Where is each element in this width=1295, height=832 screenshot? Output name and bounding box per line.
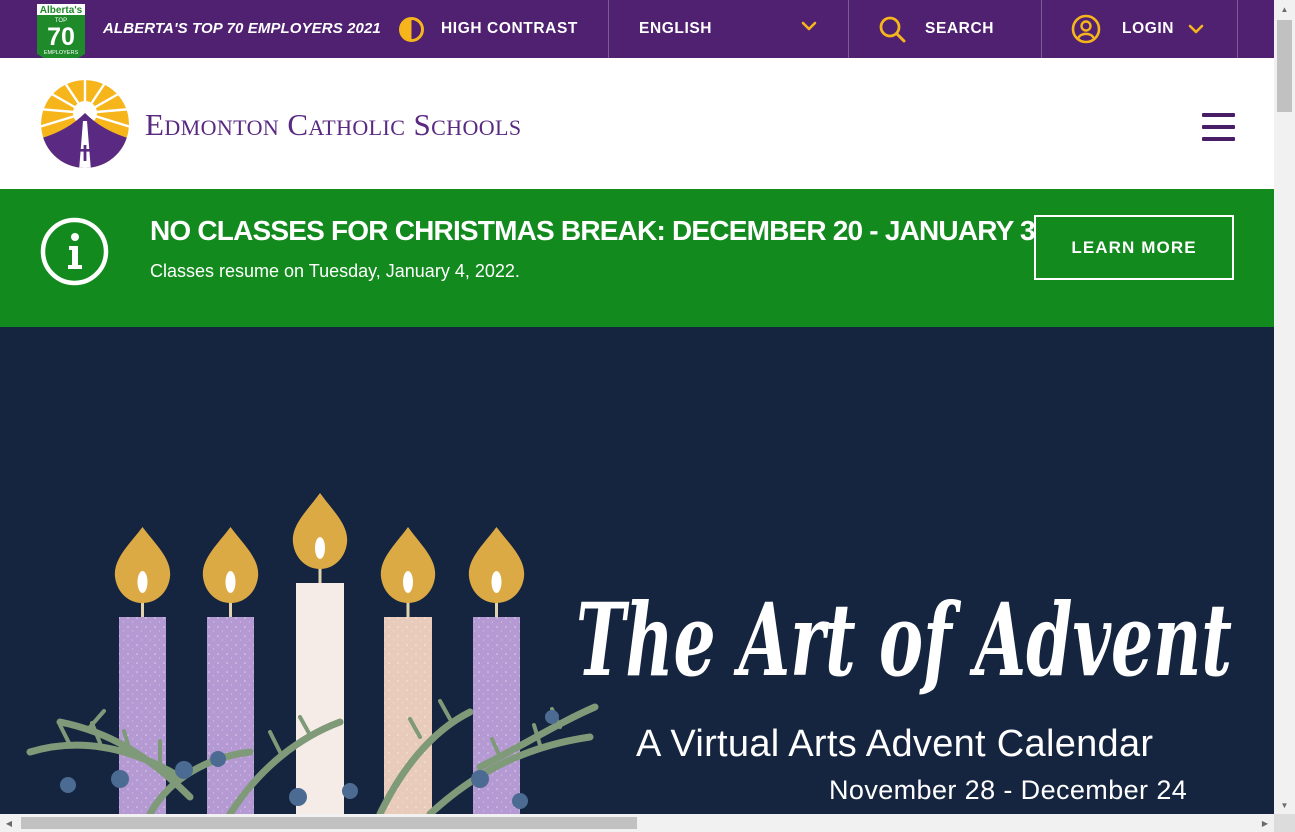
utility-bar: Alberta's TOP 70 EMPLOYERS 2021 ALBERTA'… <box>0 0 1274 68</box>
language-select[interactable]: ENGLISH <box>609 0 848 58</box>
menu-bar <box>1202 113 1235 117</box>
menu-icon[interactable] <box>1202 113 1235 141</box>
vertical-scroll-thumb[interactable] <box>1277 20 1292 112</box>
info-icon <box>40 217 109 286</box>
scroll-up-arrow-icon[interactable]: ▲ <box>1274 0 1295 18</box>
alert-title: NO CLASSES FOR CHRISTMAS BREAK: DECEMBER… <box>150 215 1036 246</box>
scroll-left-arrow-icon[interactable]: ◀ <box>0 814 18 832</box>
utility-divider <box>1237 0 1238 58</box>
search-button[interactable]: SEARCH <box>849 0 1041 58</box>
chevron-down-icon <box>1188 24 1204 36</box>
badge-tagline: ALBERTA'S TOP 70 EMPLOYERS 2021 <box>103 20 381 37</box>
hero-subtitle: A Virtual Arts Advent Calendar <box>636 723 1154 765</box>
scroll-right-arrow-icon[interactable]: ▶ <box>1256 814 1274 832</box>
hero-title: The Art of Advent <box>576 555 1236 735</box>
high-contrast-label: HIGH CONTRAST <box>441 20 578 37</box>
high-contrast-button[interactable]: HIGH CONTRAST <box>398 0 608 58</box>
chevron-down-icon <box>801 21 817 33</box>
learn-more-button[interactable]: LEARN MORE <box>1034 215 1234 280</box>
contrast-icon <box>398 16 425 43</box>
menu-bar <box>1202 137 1235 141</box>
search-icon <box>878 15 906 43</box>
scrollbar-corner <box>1274 814 1295 832</box>
svg-text:70: 70 <box>47 23 75 51</box>
svg-text:EMPLOYERS: EMPLOYERS <box>44 50 79 56</box>
advent-candles-illustration <box>0 327 620 814</box>
site-header: Edmonton Catholic Schools <box>0 58 1274 189</box>
vertical-scrollbar[interactable]: ▲ ▼ <box>1274 0 1295 814</box>
alert-banner: NO CLASSES FOR CHRISTMAS BREAK: DECEMBER… <box>0 189 1274 327</box>
user-icon <box>1071 14 1101 44</box>
alert-body: Classes resume on Tuesday, January 4, 20… <box>150 261 520 281</box>
login-button[interactable]: LOGIN <box>1042 0 1238 58</box>
school-name[interactable]: Edmonton Catholic Schools <box>145 107 522 143</box>
login-label: LOGIN <box>1122 20 1175 37</box>
hero-banner[interactable]: The Art of Advent A Virtual Arts Advent … <box>0 327 1274 814</box>
search-label: SEARCH <box>925 20 995 37</box>
hero-dates: November 28 - December 24 <box>829 775 1188 805</box>
hero-title-text: The Art of Advent <box>576 581 1232 699</box>
svg-text:Alberta's: Alberta's <box>40 5 83 16</box>
horizontal-scroll-thumb[interactable] <box>21 817 637 829</box>
scroll-down-arrow-icon[interactable]: ▼ <box>1274 796 1295 814</box>
language-value: ENGLISH <box>639 20 713 37</box>
school-logo[interactable] <box>39 75 131 171</box>
horizontal-scrollbar[interactable]: ◀ ▶ <box>0 814 1274 832</box>
menu-bar <box>1202 125 1235 129</box>
page-viewport: Alberta's TOP 70 EMPLOYERS 2021 ALBERTA'… <box>0 0 1274 814</box>
